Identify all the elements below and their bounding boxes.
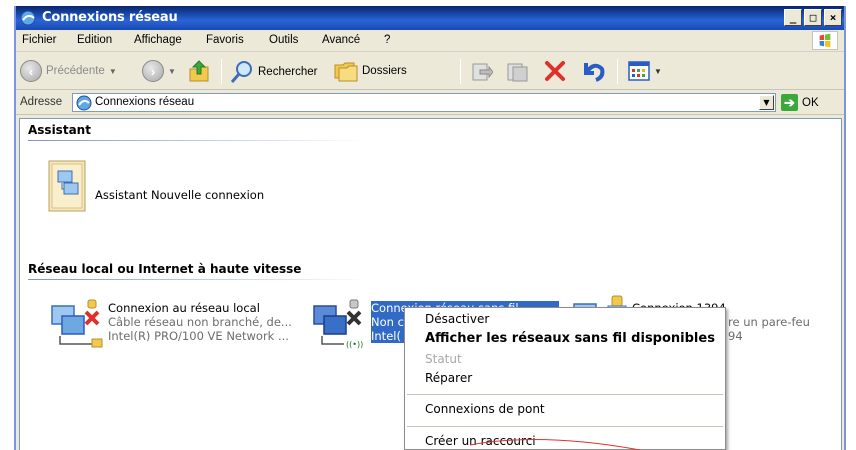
up-folder-button[interactable] bbox=[188, 59, 210, 83]
folders-icon bbox=[334, 62, 358, 82]
search-icon bbox=[230, 61, 252, 83]
folders-button[interactable]: Dossiers bbox=[334, 60, 407, 82]
context-menu: Désactiver Afficher les réseaux sans fil… bbox=[404, 307, 726, 450]
svg-text:((•)): ((•)) bbox=[346, 340, 363, 349]
wireless-connection-icon: ((•)) bbox=[313, 299, 363, 349]
menu-separator bbox=[407, 394, 723, 395]
wizard-label: Assistant Nouvelle connexion bbox=[95, 188, 265, 202]
address-value: Connexions réseau bbox=[95, 96, 195, 108]
copy-to-icon[interactable] bbox=[506, 61, 528, 83]
menu-item-bridge-connections[interactable]: Connexions de pont bbox=[425, 402, 545, 416]
group-divider bbox=[28, 140, 368, 141]
close-button[interactable]: × bbox=[824, 9, 842, 26]
lan-connection-icon bbox=[51, 299, 103, 348]
toolbar: ‹ Précédente ▼ › ▼ Rechercher Dossiers ▼ bbox=[16, 53, 844, 90]
go-label: OK bbox=[802, 96, 819, 109]
address-label: Adresse bbox=[20, 96, 63, 108]
back-arrow-icon: ‹ bbox=[20, 60, 42, 82]
search-button[interactable]: Rechercher bbox=[230, 60, 317, 84]
minimize-button[interactable]: _ bbox=[784, 9, 802, 26]
menu-item-repair[interactable]: Réparer bbox=[425, 371, 472, 385]
menu-item-view-wireless-networks[interactable]: Afficher les réseaux sans fil disponible… bbox=[425, 331, 715, 346]
menu-edition[interactable]: Edition bbox=[77, 34, 112, 46]
firewire-connection-device: 94 bbox=[728, 329, 743, 343]
menu-fichier[interactable]: Fichier bbox=[22, 34, 57, 46]
menu-separator bbox=[407, 426, 723, 427]
window-title: Connexions réseau bbox=[42, 10, 178, 25]
views-button[interactable]: ▼ bbox=[628, 61, 662, 81]
lan-connection-item[interactable] bbox=[48, 296, 108, 353]
chevron-down-icon: ▼ bbox=[108, 66, 117, 76]
up-folder-icon bbox=[189, 60, 209, 82]
address-dropdown-button[interactable]: ▼ bbox=[759, 95, 774, 110]
address-input[interactable]: Connexions réseau ▼ bbox=[72, 93, 776, 112]
menu-favoris[interactable]: Favoris bbox=[206, 34, 244, 46]
network-connections-icon bbox=[76, 95, 92, 111]
menu-outils[interactable]: Outils bbox=[269, 34, 298, 46]
undo-icon[interactable] bbox=[580, 59, 606, 83]
windows-logo-icon bbox=[812, 31, 838, 50]
lan-connection-device: Intel(R) PRO/100 VE Network ... bbox=[108, 329, 289, 343]
lan-connection-name: Connexion au réseau local bbox=[108, 301, 260, 315]
wireless-connection-status: Non c bbox=[371, 315, 405, 329]
toolbar-separator bbox=[221, 59, 222, 84]
group-divider bbox=[28, 279, 368, 280]
move-to-icon[interactable] bbox=[471, 61, 493, 83]
forward-button[interactable]: › ▼ bbox=[142, 60, 176, 82]
network-connections-icon bbox=[20, 10, 36, 26]
toolbar-separator bbox=[460, 59, 461, 84]
menu-item-disable[interactable]: Désactiver bbox=[425, 312, 489, 326]
menu-affichage[interactable]: Affichage bbox=[134, 34, 182, 46]
toolbar-separator bbox=[617, 59, 618, 84]
wireless-connection-item[interactable]: ((•)) bbox=[310, 296, 370, 353]
forward-arrow-icon: › bbox=[142, 60, 164, 82]
wireless-connection-device: Intel( bbox=[371, 329, 405, 343]
menu-bar: Fichier Edition Affichage Favoris Outils… bbox=[16, 30, 844, 52]
back-label: Précédente bbox=[46, 65, 105, 77]
back-button[interactable]: ‹ Précédente ▼ bbox=[20, 60, 117, 82]
chevron-down-icon: ▼ bbox=[654, 66, 662, 76]
lan-connection-status: Câble réseau non branché, de... bbox=[108, 315, 292, 329]
menu-item-status: Statut bbox=[425, 352, 462, 366]
delete-icon[interactable] bbox=[543, 59, 567, 83]
group-header-assistant: Assistant bbox=[28, 123, 91, 137]
address-bar: Adresse Connexions réseau ▼ ➔ OK bbox=[16, 91, 844, 115]
views-icon bbox=[628, 61, 650, 81]
go-arrow-icon: ➔ bbox=[781, 94, 798, 111]
title-bar[interactable]: Connexions réseau _ □ × bbox=[16, 6, 844, 30]
menu-avance[interactable]: Avancé bbox=[322, 34, 360, 46]
menu-help[interactable]: ? bbox=[384, 34, 390, 46]
maximize-button[interactable]: □ bbox=[804, 9, 822, 26]
menu-item-create-shortcut[interactable]: Créer un raccourci bbox=[425, 434, 536, 448]
go-button[interactable]: ➔ OK bbox=[781, 94, 819, 111]
chevron-down-icon: ▼ bbox=[168, 66, 176, 76]
new-connection-wizard-item[interactable] bbox=[48, 159, 88, 216]
firewire-connection-status: re un pare-feu bbox=[728, 315, 810, 329]
folders-label: Dossiers bbox=[362, 65, 407, 77]
wizard-icon bbox=[48, 160, 86, 212]
group-header-lan: Réseau local ou Internet à haute vitesse bbox=[28, 262, 302, 276]
search-label: Rechercher bbox=[258, 66, 318, 78]
